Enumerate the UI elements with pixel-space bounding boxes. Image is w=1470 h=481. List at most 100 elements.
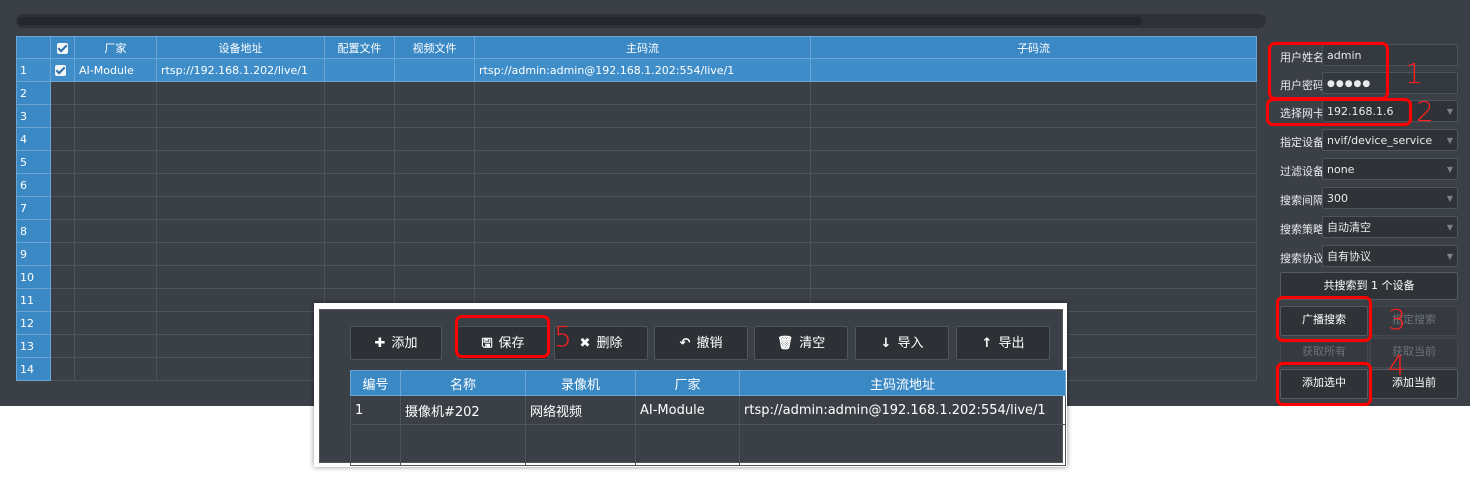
interval-label: 搜索间隔 (1280, 194, 1324, 207)
interval-select[interactable]: 300 ▼ (1322, 187, 1458, 209)
trash-icon: 🗑 (776, 336, 794, 351)
row-number: 6 (16, 173, 51, 197)
chevron-down-icon: ▼ (1446, 194, 1453, 203)
table-row[interactable]: 4 (16, 127, 1257, 151)
horizontal-scrollbar[interactable] (16, 14, 1266, 28)
close-icon: ✖ (579, 336, 591, 351)
strategy-select[interactable]: 自动清空 ▼ (1322, 216, 1458, 238)
annotation-box-credentials (1268, 42, 1389, 100)
column-header-name[interactable]: 名称 (400, 370, 526, 396)
specified-search-button[interactable]: 指定搜索 (1370, 306, 1458, 336)
column-header-address[interactable]: 设备地址 (156, 36, 325, 59)
table-row[interactable]: 9 (16, 242, 1257, 266)
table-row[interactable]: 6 (16, 173, 1257, 197)
row-number: 2 (16, 81, 51, 105)
row-number: 13 (16, 334, 51, 358)
scrollbar-thumb[interactable] (18, 17, 1142, 25)
empty-area (350, 424, 1066, 466)
device-row: 指定设备 nvif/device_service ▼ (1276, 129, 1461, 153)
import-label: 导入 (897, 336, 924, 351)
table-row[interactable]: 1 摄像机#202 网络视频 AI-Module rtsp://admin:ad… (350, 395, 1066, 425)
cell-main-stream[interactable]: rtsp://admin:admin@192.168.1.202:554/liv… (474, 58, 811, 82)
plus-icon: ✚ (374, 336, 386, 351)
table-row[interactable]: 2 (16, 81, 1257, 105)
filter-label: 过滤设备 (1280, 165, 1324, 178)
clear-button[interactable]: 🗑 清空 (754, 326, 848, 360)
column-header-id[interactable]: 编号 (350, 370, 401, 396)
cell-config[interactable] (324, 58, 395, 82)
protocol-value: 自有协议 (1327, 250, 1371, 263)
camera-table: 编号 名称 录像机 厂家 主码流地址 1 摄像机#202 网络视频 AI-Mod… (350, 370, 1066, 466)
protocol-row: 搜索协议 自有协议 ▼ (1276, 245, 1461, 269)
chevron-down-icon: ▼ (1446, 136, 1453, 145)
undo-icon: ↶ (679, 336, 691, 351)
table-row[interactable]: 5 (16, 150, 1257, 174)
row-number: 10 (16, 265, 51, 289)
arrow-up-icon: ↑ (981, 336, 993, 351)
camera-list-popup: ✚ 添加 🖫 保存 ✖ 删除 ↶ 撤销 🗑 清空 ↓ 导入 ↑ 导出 编号 名称 录像机 厂家… (314, 303, 1067, 467)
vertical-scrollbar[interactable] (1257, 36, 1267, 406)
cell-vendor[interactable]: AI-Module (635, 395, 740, 425)
column-header-main-stream[interactable]: 主码流 (474, 36, 811, 59)
row-number: 12 (16, 311, 51, 335)
undo-button[interactable]: ↶ 撤销 (654, 326, 748, 360)
add-button[interactable]: ✚ 添加 (350, 326, 442, 360)
filter-select[interactable]: none ▼ (1322, 158, 1458, 180)
export-button[interactable]: ↑ 导出 (956, 326, 1050, 360)
cell-vendor[interactable]: AI-Module (74, 58, 157, 82)
protocol-select[interactable]: 自有协议 ▼ (1322, 245, 1458, 267)
strategy-row: 搜索策略 自动清空 ▼ (1276, 216, 1461, 240)
get-current-button[interactable]: 获取当前 (1370, 338, 1458, 368)
table-row[interactable]: 8 (16, 219, 1257, 243)
annotation-number-1: 1 (1405, 57, 1423, 90)
annotation-number-4: 4 (1388, 349, 1406, 382)
cell-main-url[interactable]: rtsp://admin:admin@192.168.1.202:554/liv… (739, 395, 1066, 425)
cell-video[interactable] (394, 58, 475, 82)
column-header-vendor[interactable]: 厂家 (74, 36, 157, 59)
strategy-label: 搜索策略 (1280, 223, 1324, 236)
row-number: 8 (16, 219, 51, 243)
table-row[interactable]: 10 (16, 265, 1257, 289)
top-toolbar-area (0, 0, 1470, 34)
chevron-down-icon: ▼ (1446, 252, 1453, 261)
column-header-video[interactable]: 视频文件 (394, 36, 475, 59)
table-row[interactable]: 7 (16, 196, 1257, 220)
delete-label: 删除 (596, 336, 623, 351)
annotation-number-2: 2 (1416, 95, 1434, 128)
column-header-recorder[interactable]: 录像机 (525, 370, 636, 396)
annotation-box-add-selected (1276, 362, 1372, 406)
device-value: nvif/device_service (1327, 134, 1433, 147)
row-number: 4 (16, 127, 51, 151)
grid-header-row: 厂家 设备地址 配置文件 视频文件 主码流 子码流 (16, 36, 1257, 59)
table-row[interactable]: 1 AI-Module rtsp://192.168.1.202/live/1 … (16, 58, 1257, 82)
cell-name[interactable]: 摄像机#202 (400, 395, 526, 425)
column-header-main-url[interactable]: 主码流地址 (739, 370, 1066, 396)
row-checkbox[interactable] (50, 58, 75, 82)
import-button[interactable]: ↓ 导入 (855, 326, 949, 360)
filter-value: none (1327, 163, 1355, 176)
row-number: 7 (16, 196, 51, 220)
row-number: 11 (16, 288, 51, 312)
column-header-sub-stream[interactable]: 子码流 (810, 36, 1257, 59)
column-header-vendor[interactable]: 厂家 (635, 370, 740, 396)
camera-header-row: 编号 名称 录像机 厂家 主码流地址 (350, 370, 1066, 396)
cell-id[interactable]: 1 (350, 395, 401, 425)
row-number: 14 (16, 357, 51, 381)
annotation-box-save (455, 315, 550, 358)
annotation-number-3: 3 (1388, 303, 1406, 336)
cell-recorder[interactable]: 网络视频 (525, 395, 636, 425)
cell-sub-stream[interactable] (810, 58, 1257, 82)
device-select[interactable]: nvif/device_service ▼ (1322, 129, 1458, 151)
annotation-number-5: 5 (554, 320, 572, 353)
cell-address[interactable]: rtsp://192.168.1.202/live/1 (156, 58, 325, 82)
camera-list-panel: ✚ 添加 🖫 保存 ✖ 删除 ↶ 撤销 🗑 清空 ↓ 导入 ↑ 导出 编号 名称 录像机 厂家… (319, 309, 1066, 466)
table-row[interactable]: 3 (16, 104, 1257, 128)
add-current-button[interactable]: 添加当前 (1370, 369, 1458, 399)
add-label: 添加 (391, 336, 418, 351)
interval-row: 搜索间隔 300 ▼ (1276, 187, 1461, 211)
clear-label: 清空 (799, 336, 826, 351)
export-label: 导出 (998, 336, 1025, 351)
column-header-config[interactable]: 配置文件 (324, 36, 395, 59)
undo-label: 撤销 (696, 336, 723, 351)
select-all-checkbox[interactable] (50, 36, 75, 59)
